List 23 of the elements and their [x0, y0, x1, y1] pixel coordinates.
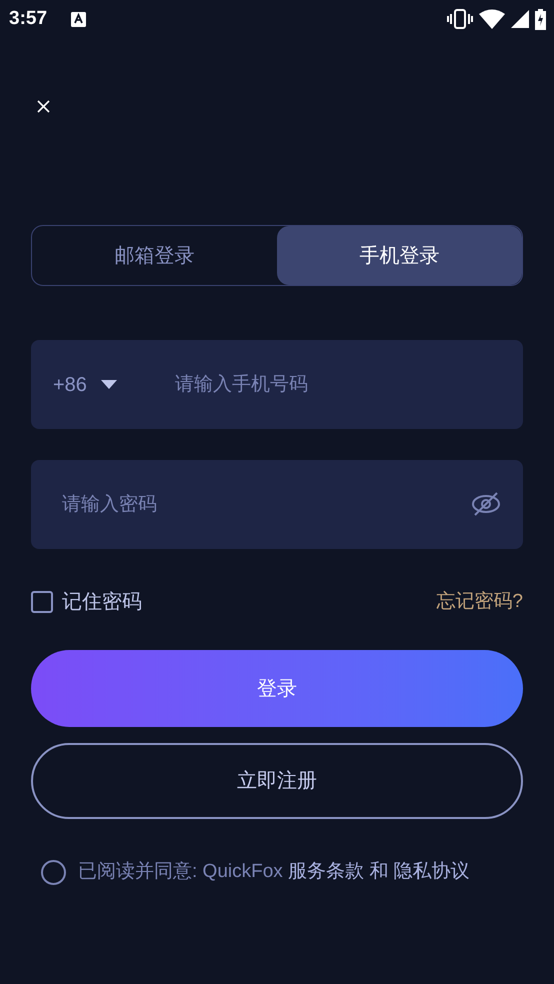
status-time: 3:57 — [9, 6, 48, 31]
country-code-dropdown[interactable]: +86 — [31, 370, 175, 400]
agree-radio[interactable] — [41, 860, 66, 884]
caret-icon — [100, 380, 117, 389]
forgot-password-link[interactable]: 忘记密码? — [436, 588, 523, 616]
password-input-field[interactable]: 请输入密码 — [31, 460, 523, 549]
login-button[interactable]: 登录 — [31, 650, 523, 727]
agreement-text: 已阅读并同意: QuickFox 服务条款 和 隐私协议 — [78, 860, 470, 884]
remember-password-label: 记住密码 — [62, 590, 142, 615]
close-icon[interactable] — [37, 100, 50, 113]
signal-icon — [511, 10, 529, 28]
keyboard-app-icon — [71, 12, 86, 26]
terms-of-service-link[interactable]: 服务条款 — [288, 860, 364, 882]
login-tab[interactable]: 邮箱登录 — [32, 226, 277, 285]
eye-slashed-icon[interactable] — [471, 491, 501, 517]
vibrate-icon — [447, 9, 473, 29]
remember-checkbox[interactable] — [31, 591, 53, 613]
battery-charging-icon — [535, 8, 546, 30]
register-button[interactable]: 立即注册 — [31, 743, 523, 819]
wifi-icon — [479, 9, 505, 29]
phone-input-field[interactable]: +86 请输入手机号码 — [31, 340, 523, 429]
login-tab[interactable]: 手机登录 — [277, 226, 522, 285]
privacy-policy-link[interactable]: 隐私协议 — [394, 860, 470, 882]
